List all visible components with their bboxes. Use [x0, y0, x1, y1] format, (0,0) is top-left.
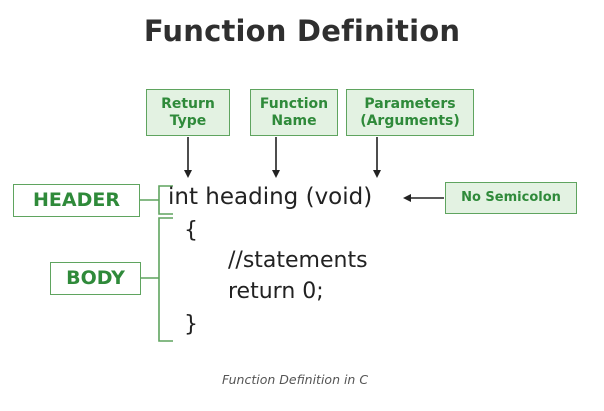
figure-caption: Function Definition in C	[221, 372, 369, 387]
function-name-line1: Function	[259, 96, 329, 113]
return-type-label: Return Type	[146, 89, 230, 136]
no-semicolon-text: No Semicolon	[461, 189, 561, 205]
parameters-label: Parameters (Arguments)	[346, 89, 474, 136]
return-type-line1: Return	[161, 96, 215, 113]
code-signature: int heading (void)	[168, 184, 373, 210]
body-label: BODY	[50, 262, 141, 295]
function-name-label: Function Name	[250, 89, 338, 136]
code-open-brace: {	[184, 218, 198, 243]
body-bracket	[158, 217, 173, 342]
header-label: HEADER	[13, 184, 140, 217]
code-close-brace: }	[184, 312, 198, 337]
body-text: BODY	[66, 266, 125, 289]
function-name-line2: Name	[271, 112, 317, 129]
parameters-line2: (Arguments)	[360, 112, 460, 129]
code-return: return 0;	[228, 279, 324, 304]
parameters-line1: Parameters	[364, 96, 456, 113]
no-semicolon-label: No Semicolon	[445, 182, 577, 214]
header-text: HEADER	[33, 188, 120, 211]
return-type-line2: Type	[169, 112, 207, 129]
diagram-canvas: Function Definition Return Type Function…	[0, 0, 604, 411]
code-statements: //statements	[228, 248, 368, 273]
